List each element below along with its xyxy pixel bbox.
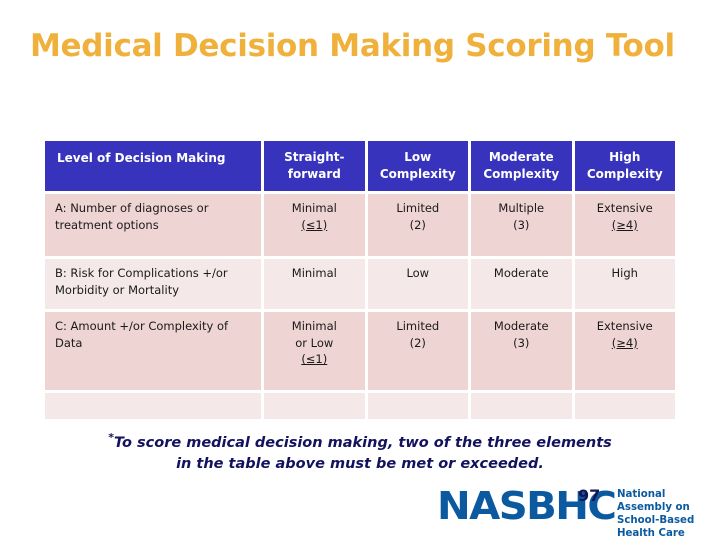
row-b-label: B: Risk for Complications +/or Morbidity… <box>45 259 262 309</box>
row-c-moderate: Moderate (3) <box>471 312 572 390</box>
table-row-blank <box>45 393 675 419</box>
column-header-straightforward-line2: forward <box>287 167 341 181</box>
table-row: B: Risk for Complications +/or Morbidity… <box>45 259 675 309</box>
column-header-high-complexity: High Complexity <box>574 141 675 191</box>
row-c-high: Extensive (≥4) <box>574 312 675 390</box>
footnote: *To score medical decision making, two o… <box>50 430 670 475</box>
column-header-low-line2: Complexity <box>379 167 456 181</box>
row-a-moderate-score: (3) <box>513 217 530 232</box>
row-b-low: Low <box>367 259 469 309</box>
row-a-straightforward-text: Minimal <box>291 201 337 215</box>
table-row: C: Amount +/or Complexity of Data Minima… <box>45 312 675 390</box>
table-body: A: Number of diagnoses or treatment opti… <box>45 194 675 419</box>
decision-making-scoring-table: Level of Decision Making Straight- forwa… <box>42 138 678 422</box>
column-header-moderate-complexity: Moderate Complexity <box>471 141 572 191</box>
row-c-label: C: Amount +/or Complexity of Data <box>45 312 262 390</box>
table-header-row: Level of Decision Making Straight- forwa… <box>45 141 675 191</box>
row-a-straightforward-score: (≤1) <box>301 217 328 232</box>
column-header-moderate-line2: Complexity <box>483 167 560 181</box>
row-c-moderate-score: (3) <box>513 335 530 350</box>
row-c-high-score: (≥4) <box>611 335 638 350</box>
row-b-moderate: Moderate <box>471 259 572 309</box>
table-header: Level of Decision Making Straight- forwa… <box>45 141 675 191</box>
row-c-straightforward-text: Minimal <box>291 319 337 333</box>
row-a-straightforward: Minimal (≤1) <box>264 194 365 256</box>
row-blank-moderate <box>471 393 572 419</box>
footnote-line1: To score medical decision making, two of… <box>113 435 612 451</box>
row-c-low-text: Limited <box>396 319 440 333</box>
row-a-low-text: Limited <box>396 201 440 215</box>
column-header-straightforward: Straight- forward <box>264 141 365 191</box>
row-c-moderate-text: Moderate <box>493 319 549 333</box>
row-a-high: Extensive (≥4) <box>574 194 675 256</box>
column-header-level-of-decision-making: Level of Decision Making <box>45 141 262 191</box>
row-a-low-score: (2) <box>409 217 426 232</box>
row-c-low-score: (2) <box>409 335 426 350</box>
row-b-low-text: Low <box>406 266 430 280</box>
row-blank-straightforward <box>264 393 365 419</box>
row-b-high-text: High <box>611 266 638 280</box>
row-c-low: Limited (2) <box>367 312 469 390</box>
column-header-high-line2: Complexity <box>586 167 663 181</box>
row-a-label: A: Number of diagnoses or treatment opti… <box>45 194 262 256</box>
row-c-straightforward-score: (≤1) <box>301 352 328 367</box>
row-a-low: Limited (2) <box>367 194 469 256</box>
row-a-moderate-text: Multiple <box>498 201 545 215</box>
row-c-straightforward: Minimal or Low (≤1) <box>264 312 365 390</box>
column-header-low-complexity: Low Complexity <box>367 141 469 191</box>
row-c-straightforward-text2: or Low <box>295 335 334 350</box>
footnote-line2: in the table above must be met or exceed… <box>176 456 544 473</box>
row-blank-low <box>367 393 469 419</box>
table-row: A: Number of diagnoses or treatment opti… <box>45 194 675 256</box>
row-a-moderate: Multiple (3) <box>471 194 572 256</box>
row-blank-label <box>45 393 262 419</box>
row-c-high-text: Extensive <box>596 319 653 333</box>
nasbhc-full-name: National Assembly on School-Based Health… <box>617 488 694 540</box>
row-a-high-text: Extensive <box>596 201 653 215</box>
row-b-straightforward: Minimal <box>264 259 365 309</box>
nasbhc-name-line1: National <box>617 489 666 500</box>
column-header-low-line1: Low <box>404 149 432 164</box>
column-header-moderate-line1: Moderate <box>488 149 554 164</box>
page-title: Medical Decision Making Scoring Tool <box>30 28 675 64</box>
nasbhc-logo: NASBHC National Assembly on School-Based… <box>437 487 717 540</box>
row-b-moderate-text: Moderate <box>493 266 549 280</box>
column-header-straightforward-line1: Straight- <box>284 149 345 164</box>
row-blank-high <box>574 393 675 419</box>
page-number: 97 <box>578 486 601 505</box>
nasbhc-name-line2: Assembly on <box>617 502 690 514</box>
column-header-high-line1: High <box>609 149 641 164</box>
nasbhc-name-line4: Health Care <box>617 528 685 540</box>
row-b-high: High <box>574 259 675 309</box>
nasbhc-name-line3: School-Based <box>617 515 695 527</box>
row-a-high-score: (≥4) <box>611 217 638 232</box>
row-b-straightforward-text: Minimal <box>291 266 337 280</box>
